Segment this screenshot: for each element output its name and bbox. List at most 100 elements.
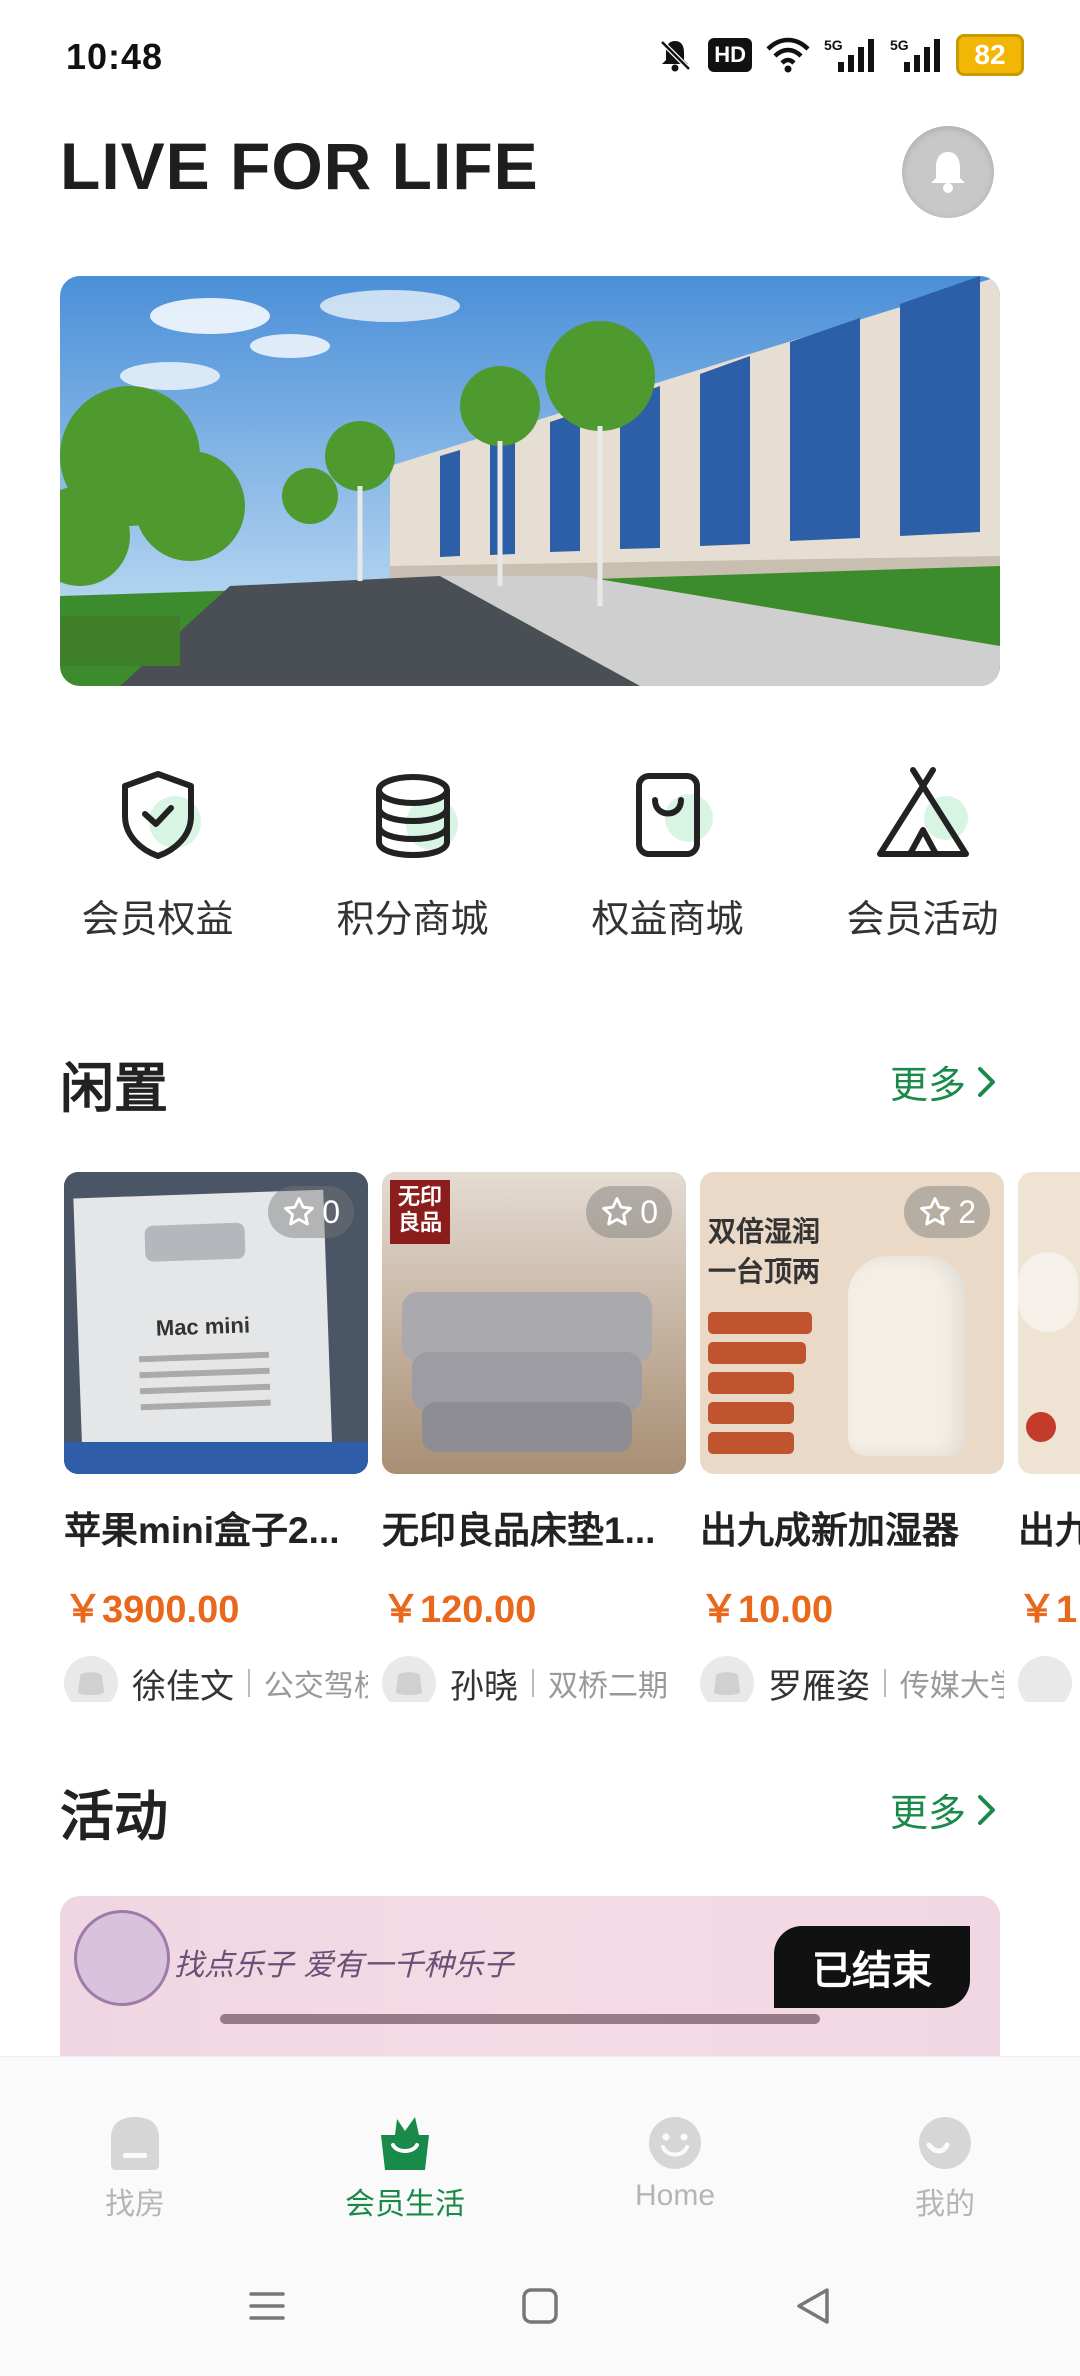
signal-5g-icon-1: 5G bbox=[824, 37, 874, 72]
quick-item-member-benefits[interactable]: 会员权益 bbox=[30, 760, 285, 960]
blue-strip bbox=[64, 1442, 368, 1474]
banner-image[interactable] bbox=[60, 276, 1000, 686]
quick-item-points-mall[interactable]: 积分商城 bbox=[285, 760, 540, 960]
activity-title-fragment bbox=[220, 2014, 820, 2024]
product-carousel[interactable]: Mac mini 0 苹果mini盒子2... ￥3900.00 徐佳文 公交驾… bbox=[64, 1172, 1080, 1702]
product-card[interactable]: 双倍湿润 一台顶两 2 出九成新加湿器 ￥10.00 罗雁姿 传媒大学 bbox=[700, 1172, 1004, 1702]
idle-more-link[interactable]: 更多 bbox=[890, 1054, 998, 1109]
favorite-count: 0 bbox=[640, 1193, 658, 1230]
signal-5g-label-1: 5G bbox=[824, 37, 843, 53]
muji-logo: 无印良品 bbox=[390, 1180, 450, 1244]
default-avatar-icon bbox=[78, 1672, 104, 1695]
mute-bell-icon bbox=[660, 40, 691, 72]
activity-more-label: 更多 bbox=[889, 1793, 966, 1835]
seller-divider bbox=[884, 1669, 886, 1697]
activity-section-title: 活动 bbox=[60, 1787, 168, 1847]
seller-name: 徐佳文 bbox=[132, 1667, 234, 1703]
status-icons: HD 5G 5G 82 bbox=[656, 32, 1024, 78]
feature-tag bbox=[708, 1312, 812, 1334]
feature-tag bbox=[708, 1432, 794, 1454]
humidifier-slogan: 双倍湿润 一台顶两 bbox=[708, 1216, 821, 1287]
seller-divider bbox=[532, 1669, 534, 1697]
quick-label: 权益商城 bbox=[591, 899, 744, 941]
product-image bbox=[1018, 1172, 1080, 1474]
app-title: LIVE FOR LIFE bbox=[60, 129, 539, 203]
spec-line bbox=[138, 1351, 270, 1363]
notification-button[interactable] bbox=[902, 126, 994, 218]
wifi-icon bbox=[766, 37, 810, 73]
seller-info bbox=[1018, 1655, 1080, 1702]
avatar bbox=[700, 1656, 754, 1702]
product-price: ￥10.00 bbox=[700, 1589, 834, 1631]
product-price: ￥120.00 bbox=[382, 1589, 537, 1631]
avatar bbox=[64, 1656, 118, 1702]
avatar bbox=[1018, 1656, 1072, 1702]
home-square-icon[interactable] bbox=[520, 2286, 560, 2326]
menu-icon[interactable] bbox=[247, 2288, 287, 2324]
product-card[interactable]: 出九 ￥1 bbox=[1018, 1172, 1080, 1702]
activity-logo bbox=[74, 1910, 170, 2006]
product-name: 出九 bbox=[1018, 1510, 1080, 1551]
favorite-badge[interactable]: 0 bbox=[268, 1186, 354, 1238]
favorite-badge[interactable]: 2 bbox=[904, 1186, 990, 1238]
bottom-nav: 找房 会员生活 Home 我的 bbox=[0, 2056, 1080, 2237]
status-badge: 已结束 bbox=[774, 1926, 970, 2008]
strawberry bbox=[1026, 1412, 1056, 1442]
product-name: 苹果mini盒子2... bbox=[64, 1510, 340, 1551]
activity-banner[interactable]: 找点乐子 爱有一千种乐子 已结束 bbox=[60, 1896, 1000, 2056]
mattress-layer bbox=[422, 1402, 632, 1452]
hd-badge: HD bbox=[708, 38, 752, 72]
mac-mini-label: Mac mini bbox=[155, 1312, 251, 1341]
star-icon bbox=[284, 1197, 315, 1226]
shopping-bag-icon bbox=[613, 760, 723, 870]
product-card[interactable]: 无印良品 0 无印良品床垫1... ￥120.00 孙晓 双桥二期 bbox=[382, 1172, 686, 1702]
nav-item-member-life[interactable]: 会员生活 bbox=[270, 2057, 540, 2237]
member-life-icon bbox=[381, 2117, 429, 2170]
spec-line bbox=[140, 1399, 271, 1411]
status-time: 10:48 bbox=[66, 36, 164, 77]
status-bar: 10:48 HD 5G 5G 82 bbox=[0, 0, 1080, 110]
quick-label: 积分商城 bbox=[336, 899, 489, 941]
avatar bbox=[382, 1656, 436, 1702]
signal-5g-label-2: 5G bbox=[890, 37, 909, 53]
quick-label: 会员权益 bbox=[81, 899, 234, 941]
seller-info: 徐佳文 公交驾校 bbox=[64, 1655, 368, 1702]
idle-more-label: 更多 bbox=[889, 1065, 966, 1107]
seller-info: 孙晓 双桥二期 bbox=[382, 1655, 686, 1702]
nav-label: 会员生活 bbox=[345, 2188, 465, 2221]
activity-more-link[interactable]: 更多 bbox=[890, 1782, 998, 1837]
product-name: 出九成新加湿器 bbox=[700, 1510, 959, 1551]
seller-location: 公交驾校 bbox=[263, 1670, 368, 1702]
idle-section-title: 闲置 bbox=[60, 1059, 168, 1119]
default-avatar-icon bbox=[396, 1672, 422, 1695]
nav-label: 找房 bbox=[105, 2188, 165, 2221]
product-name: 无印良品床垫1... bbox=[382, 1510, 656, 1551]
seller-location: 传媒大学 bbox=[899, 1670, 1004, 1702]
product-card[interactable]: Mac mini 0 苹果mini盒子2... ￥3900.00 徐佳文 公交驾… bbox=[64, 1172, 368, 1702]
nav-item-find-house[interactable]: 找房 bbox=[0, 2057, 270, 2237]
spec-line bbox=[139, 1367, 270, 1379]
humidifier-body bbox=[848, 1256, 966, 1456]
nav-item-profile[interactable]: 我的 bbox=[810, 2057, 1080, 2237]
profile-icon bbox=[919, 2117, 971, 2169]
back-triangle-icon[interactable] bbox=[793, 2286, 833, 2326]
product-price: ￥1 bbox=[1018, 1589, 1078, 1631]
product-image: 双倍湿润 一台顶两 2 bbox=[700, 1172, 1004, 1474]
nav-label: Home bbox=[634, 2179, 716, 2212]
mac-mini-picture bbox=[144, 1222, 246, 1262]
quick-item-benefits-mall[interactable]: 权益商城 bbox=[540, 760, 795, 960]
default-avatar-icon bbox=[714, 1672, 740, 1695]
star-icon bbox=[920, 1197, 951, 1226]
quick-item-member-activities[interactable]: 会员活动 bbox=[795, 760, 1050, 960]
nav-item-home[interactable]: Home bbox=[540, 2057, 810, 2237]
spec-line bbox=[140, 1383, 271, 1395]
house-icon bbox=[111, 2117, 159, 2170]
feature-tag bbox=[708, 1372, 794, 1394]
seller-info: 罗雁姿 传媒大学 bbox=[700, 1655, 1004, 1702]
food-plate bbox=[1018, 1252, 1078, 1332]
bell-icon bbox=[931, 152, 965, 193]
system-nav-bar bbox=[0, 2236, 1080, 2376]
nav-label: 我的 bbox=[915, 2188, 975, 2221]
smiley-icon bbox=[649, 2117, 701, 2169]
favorite-badge[interactable]: 0 bbox=[586, 1186, 672, 1238]
